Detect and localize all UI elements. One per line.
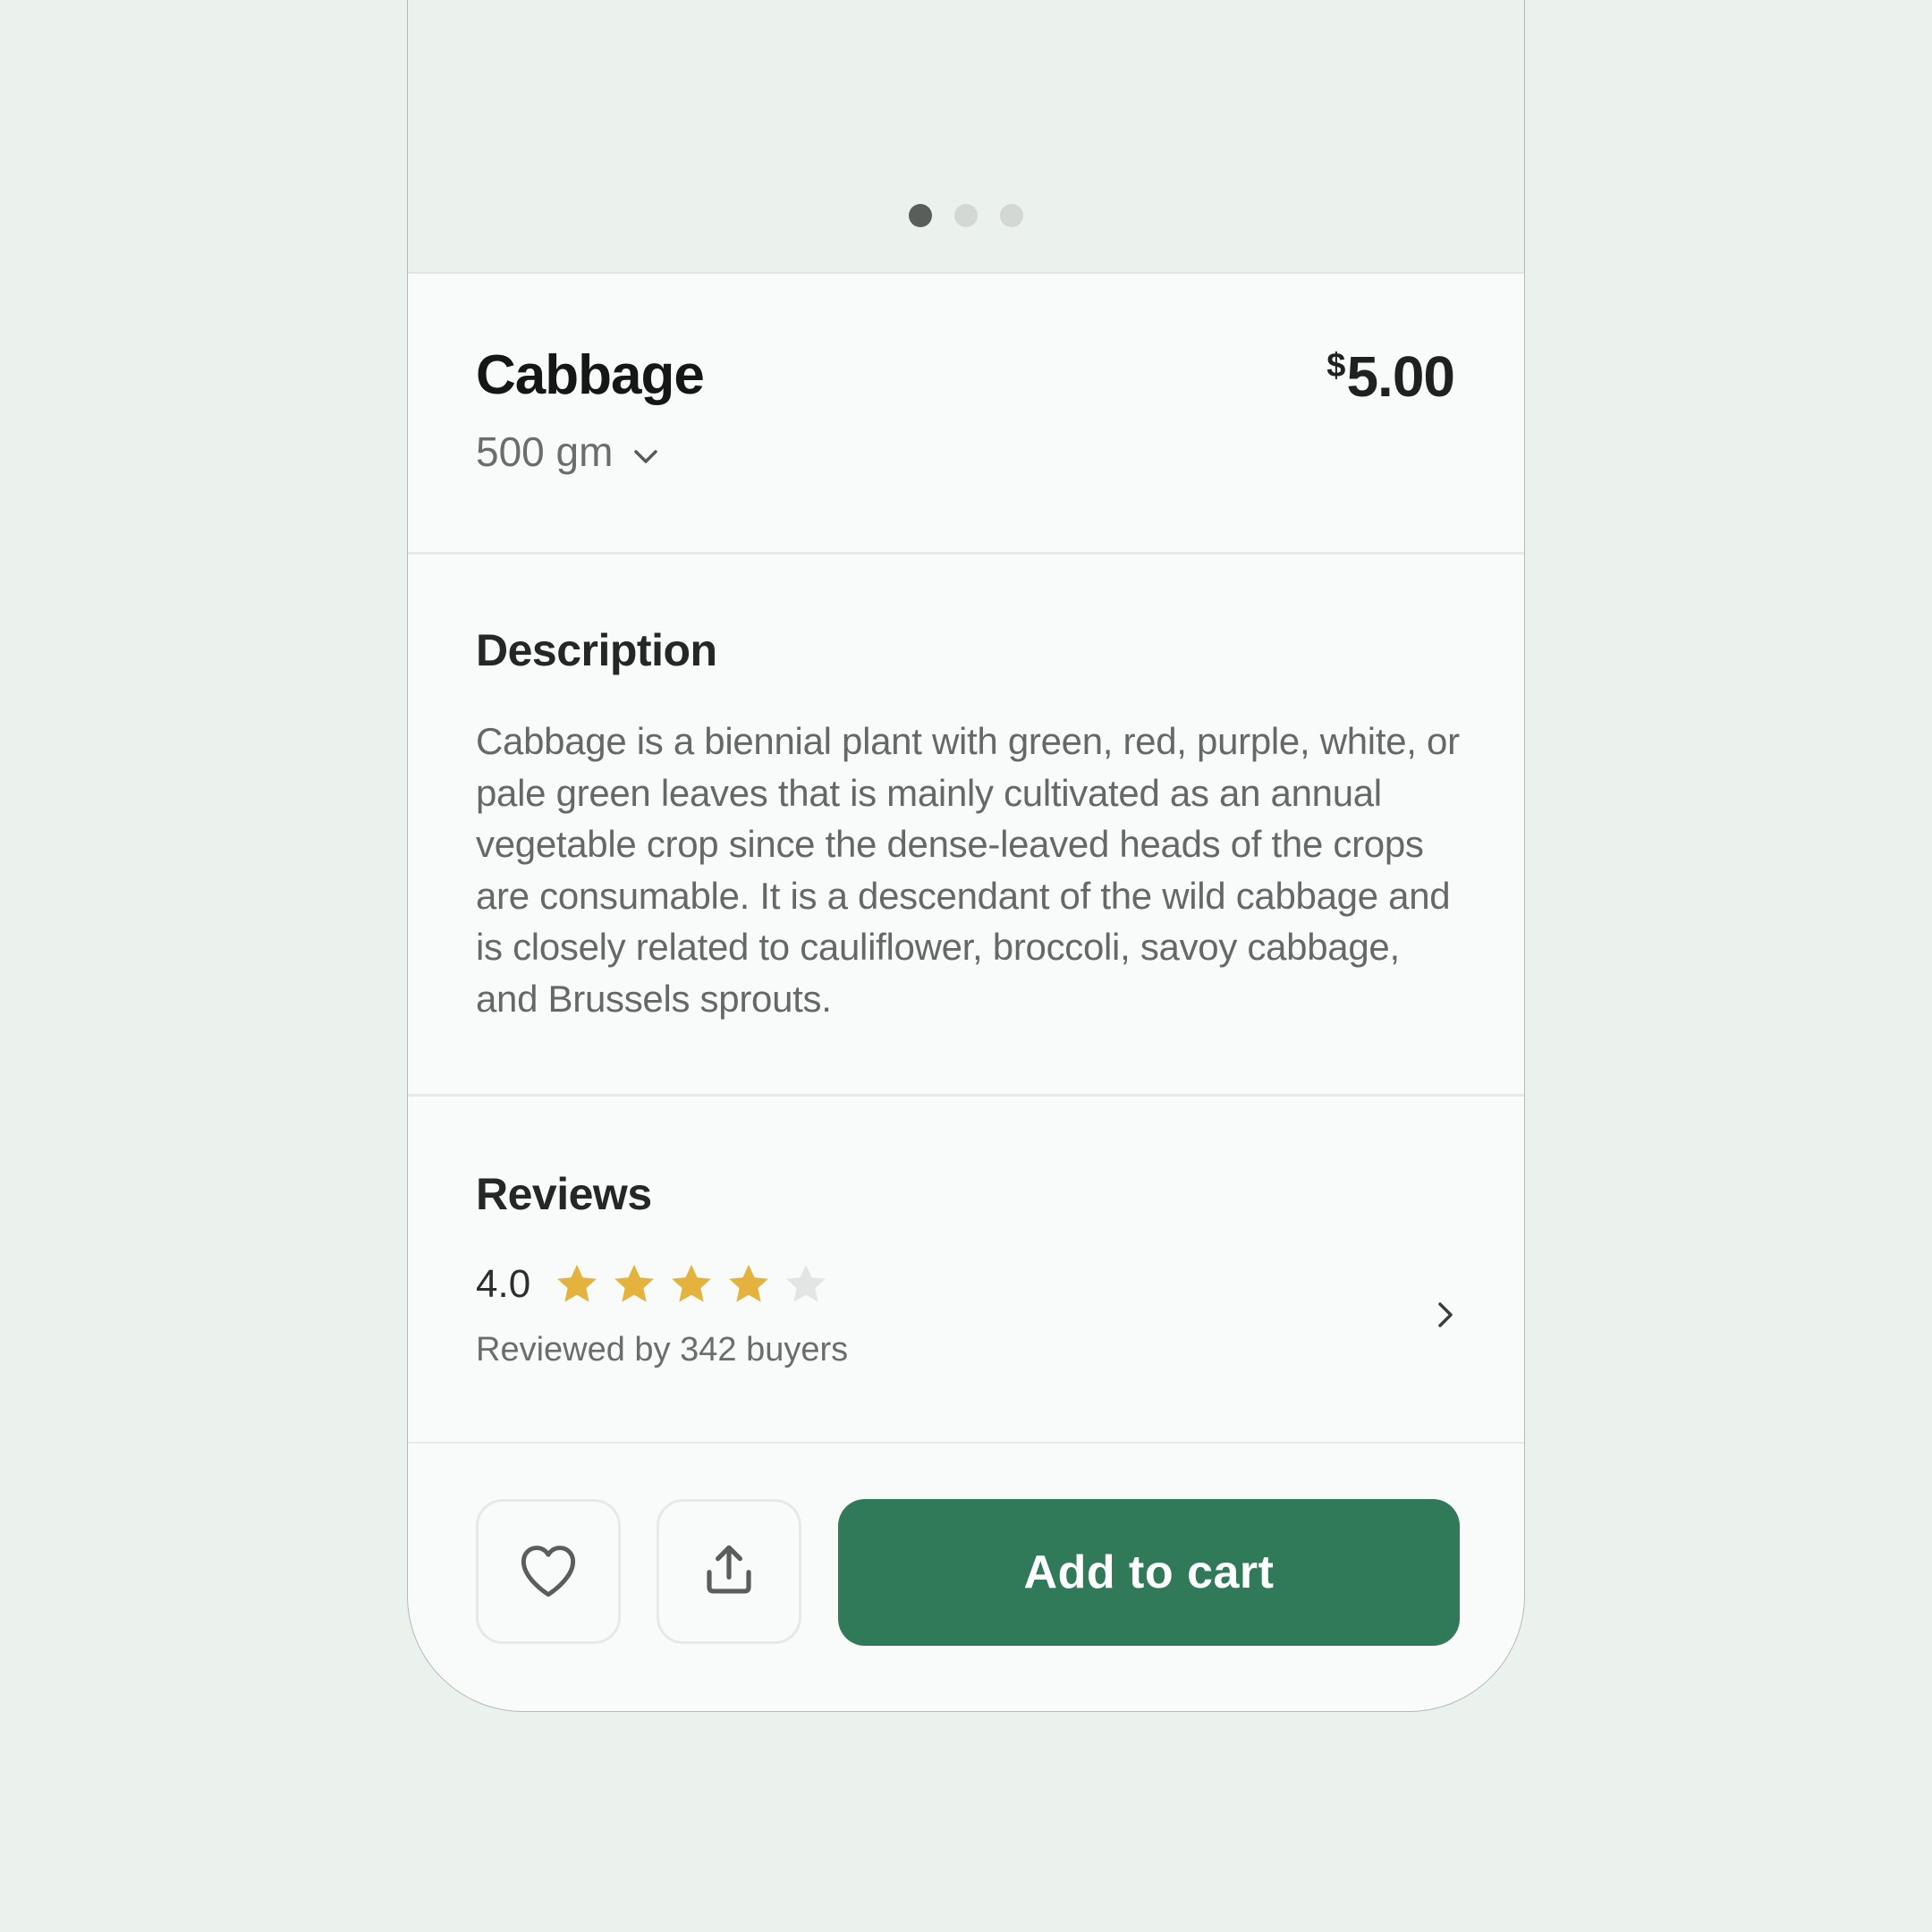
heart-icon xyxy=(517,1541,580,1603)
favorite-button[interactable] xyxy=(476,1499,621,1644)
currency-symbol: $ xyxy=(1326,347,1345,385)
share-button[interactable] xyxy=(657,1499,801,1644)
reviews-heading: Reviews xyxy=(476,1169,652,1219)
chevron-down-icon xyxy=(632,428,659,476)
reviews-section[interactable]: Reviews 4.0 Reviewed by 342 buyers xyxy=(408,1097,1524,1444)
star-filled-icon xyxy=(668,1261,715,1308)
carousel-dot-3[interactable] xyxy=(1000,204,1023,227)
carousel-dot-2[interactable] xyxy=(954,204,978,227)
carousel-indicator xyxy=(408,204,1524,227)
description-section: Description Cabbage is a biennial plant … xyxy=(408,555,1524,1097)
carousel-dot-1[interactable] xyxy=(909,204,932,227)
weight-value: 500 gm xyxy=(476,428,614,475)
star-empty-icon xyxy=(783,1261,829,1308)
product-image-carousel[interactable] xyxy=(408,0,1524,274)
weight-selector[interactable]: 500 gm xyxy=(476,428,659,476)
action-bar: Add to cart xyxy=(408,1444,1524,1711)
share-icon xyxy=(699,1540,758,1604)
product-name: Cabbage xyxy=(476,344,705,406)
description-heading: Description xyxy=(476,625,717,675)
rating-row: 4.0 xyxy=(476,1261,829,1308)
product-header: Cabbage $ 5.00 500 gm xyxy=(408,274,1524,555)
reviewed-by-count: Reviewed by 342 buyers xyxy=(476,1331,849,1368)
star-filled-icon xyxy=(611,1261,657,1308)
star-rating xyxy=(554,1261,829,1308)
product-detail-screen: Cabbage $ 5.00 500 gm Description Cabbag… xyxy=(407,0,1525,1712)
price-value: 5.00 xyxy=(1346,344,1455,409)
add-to-cart-button[interactable]: Add to cart xyxy=(838,1499,1460,1646)
chevron-right-icon[interactable] xyxy=(1435,1299,1456,1335)
rating-value: 4.0 xyxy=(476,1262,531,1306)
description-text: Cabbage is a biennial plant with green, … xyxy=(476,720,1460,1020)
product-price: $ 5.00 xyxy=(1326,343,1455,410)
star-filled-icon xyxy=(554,1261,600,1308)
star-filled-icon xyxy=(725,1261,772,1308)
